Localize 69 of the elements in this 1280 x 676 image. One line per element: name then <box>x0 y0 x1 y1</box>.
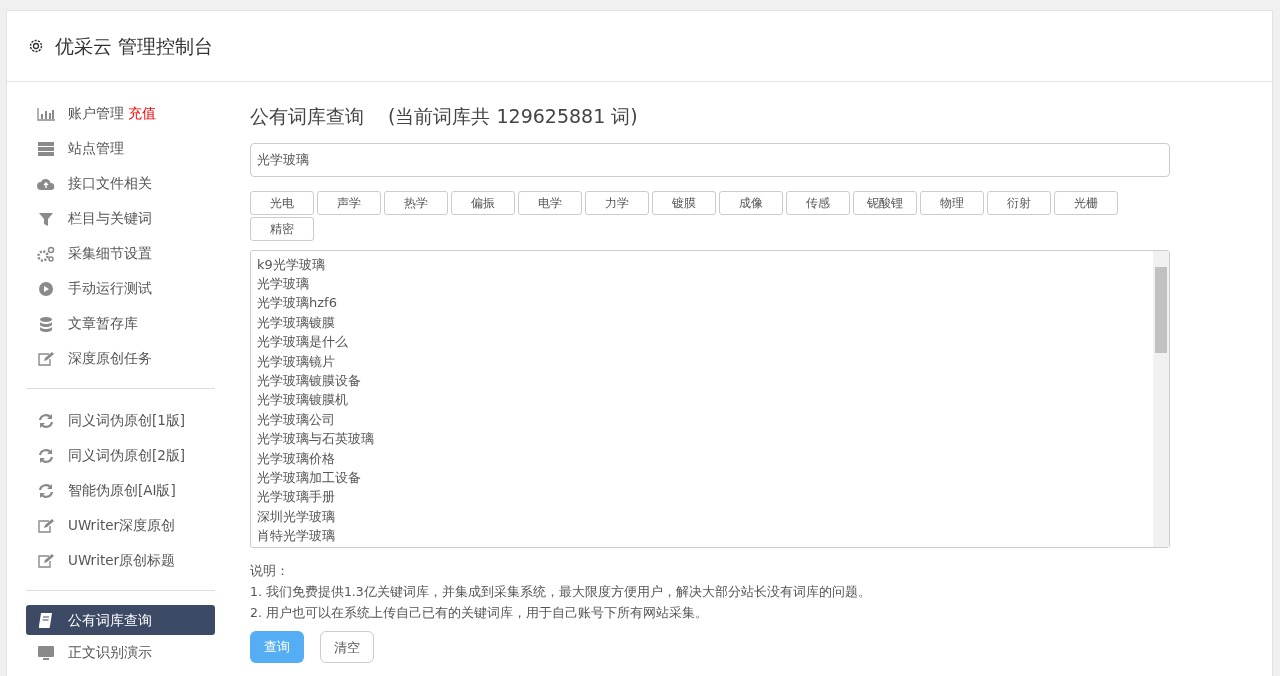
note-text: 2. 用户也可以在系统上传自己已有的关键词库，用于自己账号下所有网站采集。 <box>250 603 709 622</box>
edit-icon <box>36 350 56 367</box>
sidebar-item[interactable]: 同义词伪原创[2版] <box>26 438 215 473</box>
result-item: 深圳光学玻璃 <box>257 507 336 526</box>
tag-button[interactable]: 光电 <box>250 190 314 215</box>
scrollbar[interactable] <box>1153 250 1169 547</box>
sidebar-item[interactable]: 采集细节设置 <box>26 236 215 271</box>
tag-button[interactable]: 物理 <box>920 190 984 215</box>
sidebar-item[interactable]: 栏目与关键词 <box>26 201 215 236</box>
tag-button[interactable]: 传感 <box>786 190 850 215</box>
bar-chart-icon <box>36 105 56 122</box>
edit-icon <box>36 552 56 569</box>
clear-button[interactable]: 清空 <box>320 630 374 663</box>
sidebar-item[interactable]: 智能伪原创[AI版] <box>26 473 215 508</box>
scrollbar-thumb[interactable] <box>1155 266 1167 353</box>
tag-button[interactable]: 光栅 <box>1054 190 1118 215</box>
sidebar-item[interactable]: 文章暂存库 <box>26 306 215 341</box>
sidebar-item[interactable]: 账户管理 充值 <box>26 96 215 131</box>
result-item: 光学玻璃 <box>257 274 310 293</box>
sidebar-item[interactable]: 公有词库查询 <box>26 605 215 635</box>
tag-button[interactable]: 偏振 <box>451 190 515 215</box>
filter-icon <box>36 210 56 227</box>
app-title: 优采云 管理控制台 <box>55 33 214 59</box>
tag-button[interactable]: 精密 <box>250 216 314 241</box>
tag-button[interactable]: 热学 <box>384 190 448 215</box>
notes-title: 说明： <box>250 561 290 580</box>
server-icon <box>36 140 56 157</box>
result-item: 光学玻璃加工设备 <box>257 468 362 487</box>
sidebar-item[interactable]: 深度原创任务 <box>26 341 215 376</box>
sidebar-item[interactable]: 站点管理 <box>26 131 215 166</box>
result-item: 光学玻璃是什么 <box>257 333 349 352</box>
gear-icon <box>27 37 45 55</box>
refresh-icon <box>36 482 56 499</box>
result-item: 光学玻璃镀膜 <box>257 313 336 332</box>
sidebar-item[interactable]: 手动运行测试 <box>26 271 215 306</box>
sidebar-item[interactable]: UWriter深度原创 <box>26 508 215 543</box>
tag-button[interactable]: 力学 <box>585 190 649 215</box>
result-item: 光学玻璃hzf6 <box>257 294 338 313</box>
tag-button[interactable]: 声学 <box>317 190 381 215</box>
result-item: 光学玻璃手册 <box>257 488 336 507</box>
sidebar-item[interactable]: 同义词伪原创[1版] <box>26 403 215 438</box>
result-item: 光学玻璃公司 <box>257 410 336 429</box>
result-item: 光学玻璃镀膜设备 <box>257 371 362 390</box>
sidebar-item[interactable]: UWriter原创标题 <box>26 543 215 578</box>
result-item: 光学玻璃镀膜机 <box>257 391 349 410</box>
note-text: 1. 我们免费提供1.3亿关键词库，并集成到采集系统，最大限度方便用户，解决大部分站长没有词库的问题。 <box>250 582 872 601</box>
result-item: 光学玻璃镜片 <box>257 352 336 371</box>
gears-icon <box>36 245 56 262</box>
tag-button[interactable]: 成像 <box>719 190 783 215</box>
edit-icon <box>36 517 56 534</box>
tag-button[interactable]: 衍射 <box>987 190 1051 215</box>
tag-button[interactable]: 电学 <box>518 190 582 215</box>
play-icon <box>36 280 56 297</box>
tag-button[interactable]: 铌酸锂 <box>853 190 917 215</box>
word-count-text: (当前词库共 129625881 词) <box>388 104 638 129</box>
result-item: 光学玻璃价格 <box>257 449 336 468</box>
refresh-icon <box>36 412 56 429</box>
tag-button[interactable]: 镀膜 <box>652 190 716 215</box>
refresh-icon <box>36 447 56 464</box>
sidebar-item[interactable]: 接口文件相关 <box>26 166 215 201</box>
result-item: 肖特光学玻璃 <box>257 527 336 546</box>
result-item: 光学玻璃与石英玻璃 <box>257 430 375 449</box>
result-item: k9光学玻璃 <box>257 255 326 274</box>
page-title: 公有词库查询 <box>250 104 364 129</box>
menu-label: 账户管理 <box>68 104 124 124</box>
monitor-icon <box>36 644 56 661</box>
sidebar-item[interactable]: 正文识别演示 <box>26 635 215 670</box>
recharge-link[interactable]: 充值 <box>128 103 156 124</box>
search-field[interactable]: 光学玻璃 <box>250 142 1170 177</box>
